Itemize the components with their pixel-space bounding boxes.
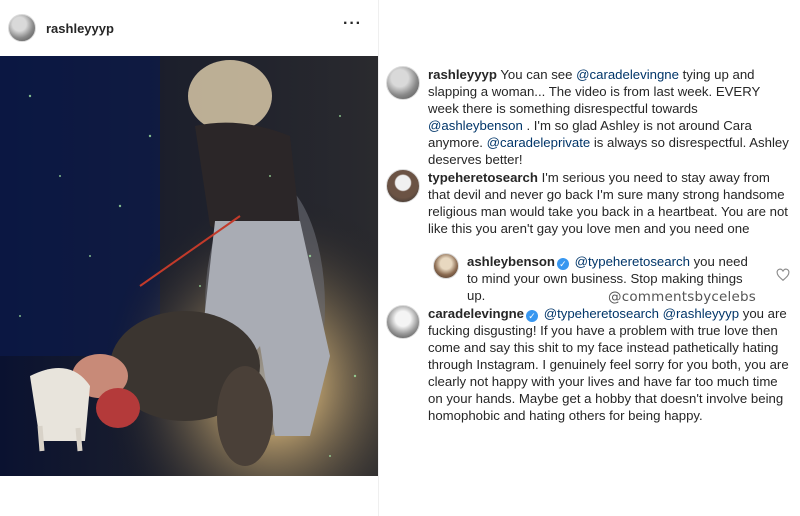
comment-body-text: You can see	[496, 67, 577, 82]
more-options-icon[interactable]: ···	[343, 16, 362, 32]
commenter-avatar[interactable]	[386, 169, 420, 203]
comment-typeheretosearch: typeheretosearch I'm serious you need to…	[386, 169, 792, 237]
verified-badge-icon: ✓	[556, 258, 569, 270]
like-heart-icon[interactable]	[776, 268, 790, 282]
comment-username[interactable]: ashleybenson	[467, 254, 555, 269]
commenter-avatar[interactable]	[433, 253, 459, 279]
commenter-avatar[interactable]	[386, 66, 420, 100]
mention-link[interactable]: @typeheretosearch	[571, 254, 690, 269]
verified-badge-icon: ✓	[526, 310, 539, 322]
comment-caradelevingne: caradelevingne ✓ @typeheretosearch @rashl…	[386, 305, 792, 424]
watermark-text: @commentsbycelebs	[608, 289, 757, 305]
comment-username[interactable]: typeheretosearch	[428, 170, 538, 185]
mention-link[interactable]: @caradelevingne	[576, 67, 679, 82]
comment-username[interactable]: caradelevingne	[428, 306, 524, 321]
post-video[interactable]	[0, 56, 378, 476]
comment-body-text: you are fucking disgusting! If you have …	[428, 306, 789, 423]
mention-link[interactable]: @ashleybenson	[428, 118, 523, 133]
comment-username[interactable]: rashleyyyp	[428, 67, 497, 82]
commenter-avatar[interactable]	[386, 305, 420, 339]
comment-text: typeheretosearch I'm serious you need to…	[428, 169, 792, 237]
mention-link[interactable]: @typeheretosearch	[540, 306, 659, 321]
post-header: rashleyyyp ···	[0, 0, 378, 56]
mention-link[interactable]: @caradeleprivate	[487, 135, 591, 150]
profile-avatar[interactable]	[8, 14, 36, 42]
comment-caption: rashleyyyp You can see @caradelevingne t…	[386, 66, 792, 168]
post-username[interactable]: rashleyyyp	[46, 21, 114, 36]
video-frame-image	[0, 56, 378, 476]
comment-text: rashleyyyp You can see @caradelevingne t…	[428, 66, 792, 168]
comment-text: caradelevingne ✓ @typeheretosearch @rashl…	[428, 305, 792, 424]
mention-link[interactable]: @rashleyyyp	[663, 306, 739, 321]
